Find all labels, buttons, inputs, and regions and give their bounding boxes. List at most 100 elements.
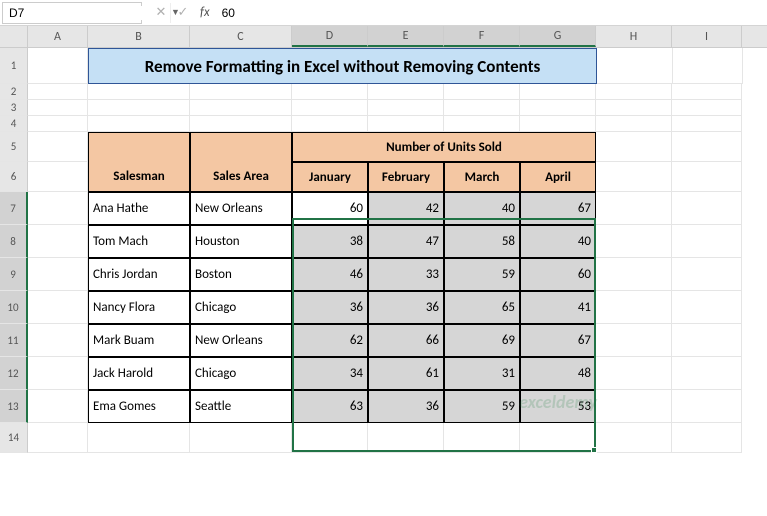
- cell[interactable]: [368, 84, 444, 100]
- cell[interactable]: [444, 423, 520, 453]
- row-header[interactable]: 11: [0, 324, 28, 357]
- row-header[interactable]: 14: [0, 423, 28, 453]
- cell[interactable]: [28, 192, 88, 225]
- cell[interactable]: [672, 100, 742, 116]
- table-header-jan[interactable]: January: [292, 162, 368, 192]
- cell[interactable]: [520, 84, 596, 100]
- formula-input[interactable]: [216, 2, 767, 24]
- row-header[interactable]: 6: [0, 162, 28, 192]
- cell-value[interactable]: 59: [444, 390, 520, 423]
- cell-area[interactable]: Chicago: [190, 291, 292, 324]
- row-header[interactable]: 4: [0, 116, 28, 132]
- cell-value[interactable]: 63: [292, 390, 368, 423]
- table-header-feb[interactable]: February: [368, 162, 444, 192]
- table-header-salesarea[interactable]: [190, 132, 292, 162]
- cell-value[interactable]: 69: [444, 324, 520, 357]
- cell[interactable]: [28, 357, 88, 390]
- cell-area[interactable]: New Orleans: [190, 324, 292, 357]
- cell[interactable]: [672, 390, 742, 423]
- cell[interactable]: [672, 132, 742, 162]
- cell[interactable]: [672, 291, 742, 324]
- cell[interactable]: [596, 291, 672, 324]
- name-box[interactable]: [3, 6, 170, 20]
- cell[interactable]: [28, 48, 88, 84]
- cell-name[interactable]: Tom Mach: [88, 225, 190, 258]
- cell[interactable]: [88, 84, 190, 100]
- cell-value[interactable]: 31: [444, 357, 520, 390]
- cell-area[interactable]: Houston: [190, 225, 292, 258]
- cell-value[interactable]: 65: [444, 291, 520, 324]
- cell-name[interactable]: Ana Hathe: [88, 192, 190, 225]
- cell[interactable]: [596, 84, 672, 100]
- cell[interactable]: [596, 162, 672, 192]
- row-header[interactable]: 9: [0, 258, 28, 291]
- cell-value[interactable]: 36: [292, 291, 368, 324]
- check-icon[interactable]: ✓: [172, 5, 194, 20]
- cell-value[interactable]: 61: [368, 357, 444, 390]
- table-header-apr[interactable]: April: [520, 162, 596, 192]
- cell[interactable]: [444, 100, 520, 116]
- cell[interactable]: [672, 258, 742, 291]
- cell[interactable]: [596, 324, 672, 357]
- cell[interactable]: [28, 162, 88, 192]
- cell[interactable]: [596, 423, 672, 453]
- row-header[interactable]: 5: [0, 132, 28, 162]
- cell[interactable]: [28, 225, 88, 258]
- cell-value[interactable]: 33: [368, 258, 444, 291]
- cell-value[interactable]: 46: [292, 258, 368, 291]
- cell-area[interactable]: Boston: [190, 258, 292, 291]
- col-header[interactable]: E: [368, 26, 444, 47]
- cell[interactable]: [292, 100, 368, 116]
- row-header[interactable]: 1: [0, 48, 28, 84]
- col-header[interactable]: I: [672, 26, 742, 47]
- cell-value[interactable]: 66: [368, 324, 444, 357]
- row-header[interactable]: 3: [0, 100, 28, 116]
- col-header[interactable]: C: [190, 26, 292, 47]
- col-header[interactable]: D: [292, 26, 368, 47]
- cell[interactable]: [190, 84, 292, 100]
- cell-area[interactable]: New Orleans: [190, 192, 292, 225]
- row-header[interactable]: 13: [0, 390, 28, 423]
- cell[interactable]: [28, 258, 88, 291]
- cell-name[interactable]: Chris Jordan: [88, 258, 190, 291]
- cell-value[interactable]: 36: [368, 291, 444, 324]
- cell[interactable]: [444, 84, 520, 100]
- row-header[interactable]: 7: [0, 192, 28, 225]
- cell[interactable]: [596, 225, 672, 258]
- cell-area[interactable]: Seattle: [190, 390, 292, 423]
- cell[interactable]: [292, 116, 368, 132]
- cell[interactable]: [190, 100, 292, 116]
- cell[interactable]: [28, 84, 88, 100]
- cell[interactable]: [672, 192, 742, 225]
- cell[interactable]: [520, 100, 596, 116]
- cell-value[interactable]: 60: [520, 258, 596, 291]
- cell[interactable]: [520, 116, 596, 132]
- cell[interactable]: [672, 84, 742, 100]
- cell[interactable]: [28, 324, 88, 357]
- cell-value[interactable]: 38: [292, 225, 368, 258]
- cell-value[interactable]: 59: [444, 258, 520, 291]
- cell[interactable]: [672, 423, 742, 453]
- cell[interactable]: [292, 423, 368, 453]
- table-header-units[interactable]: Number of Units Sold: [292, 132, 596, 162]
- row-header[interactable]: 2: [0, 84, 28, 100]
- cell[interactable]: [672, 116, 742, 132]
- cell[interactable]: [292, 84, 368, 100]
- row-header[interactable]: 12: [0, 357, 28, 390]
- cell-name[interactable]: Mark Buam: [88, 324, 190, 357]
- cell-value[interactable]: 67: [520, 324, 596, 357]
- table-header-salesman[interactable]: [88, 132, 190, 162]
- cell[interactable]: [597, 48, 673, 84]
- cell-value[interactable]: 67: [520, 192, 596, 225]
- cell[interactable]: [88, 423, 190, 453]
- cell-value[interactable]: 48: [520, 357, 596, 390]
- cell-value[interactable]: 41: [520, 291, 596, 324]
- cell-value[interactable]: 58: [444, 225, 520, 258]
- col-header[interactable]: A: [28, 26, 88, 47]
- select-all-corner[interactable]: [0, 26, 28, 47]
- cell[interactable]: [190, 116, 292, 132]
- cell[interactable]: [190, 423, 292, 453]
- cell[interactable]: [596, 258, 672, 291]
- cell[interactable]: [368, 116, 444, 132]
- cell-value[interactable]: 42: [368, 192, 444, 225]
